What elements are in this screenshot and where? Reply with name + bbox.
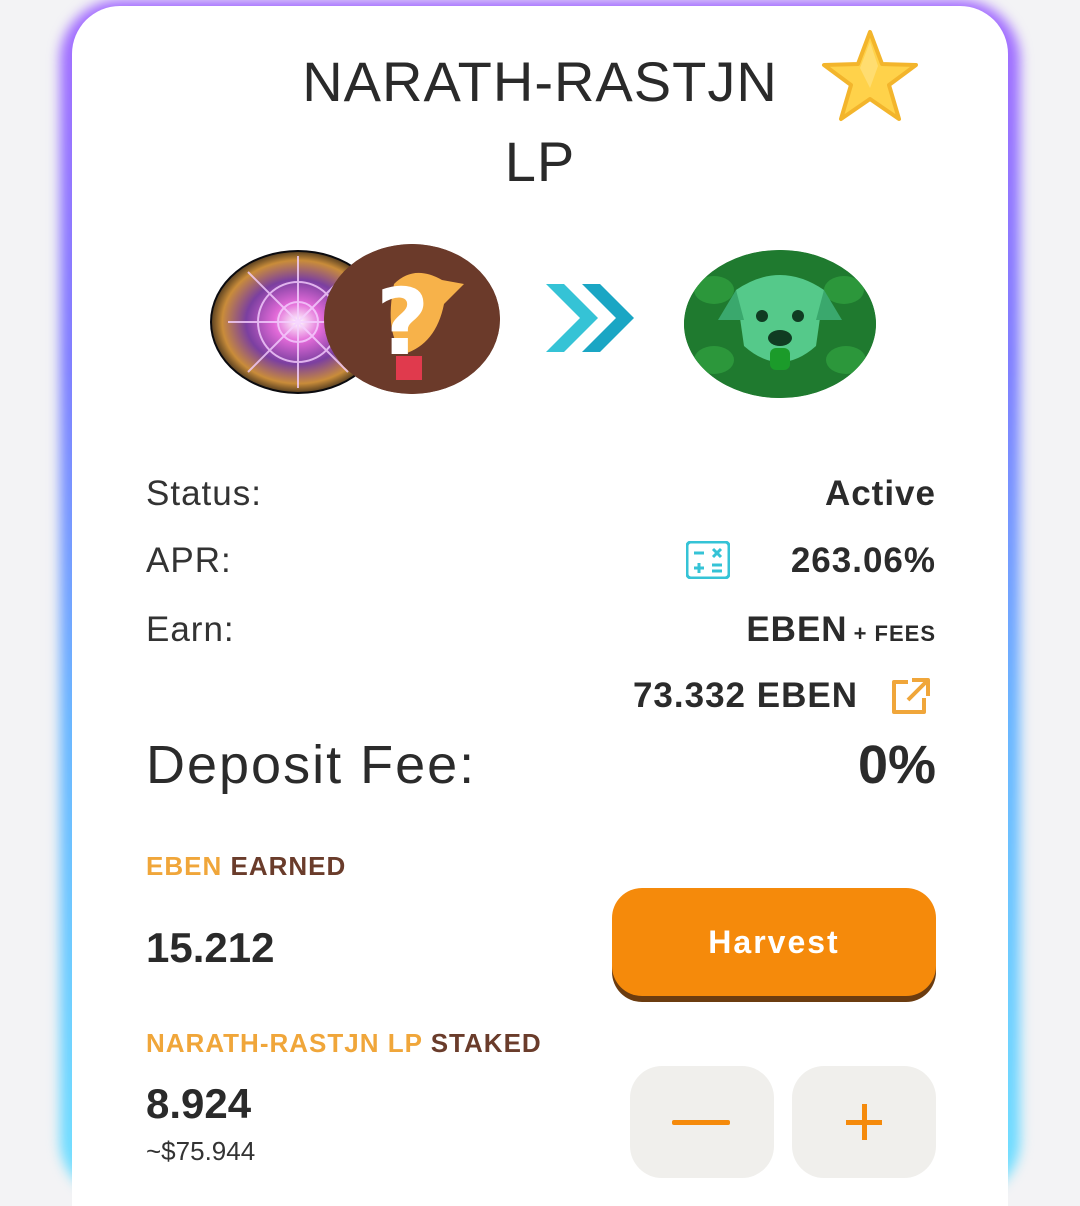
- staked-usd: ~$75.944: [146, 1136, 256, 1166]
- farm-card: NARATH-RASTJN LP ? Status: Active APR: 2…: [72, 6, 1008, 1206]
- unstake-button[interactable]: [630, 1066, 774, 1178]
- stake-button[interactable]: [792, 1066, 936, 1178]
- harvest-button[interactable]: Harvest: [612, 888, 936, 996]
- staked-label: STAKED: [430, 1028, 542, 1058]
- earn-amount: 73.332 EBEN: [632, 676, 858, 715]
- star-icon[interactable]: [820, 28, 920, 124]
- earn-row: Earn: EBEN + FEES: [146, 610, 936, 660]
- earned-heading: EBEN EARNED: [146, 851, 346, 882]
- earned-amount: 15.212: [146, 924, 275, 971]
- status-row: Status: Active: [146, 474, 936, 524]
- token-icon-rastjn: ?: [324, 244, 500, 394]
- token-icon-eben: [684, 250, 876, 398]
- minus-icon: [672, 1120, 730, 1125]
- earn-token-name: EBEN: [746, 610, 848, 649]
- earned-label: EARNED: [230, 851, 347, 881]
- earned-token: EBEN: [146, 851, 223, 881]
- double-chevron-right-icon: [546, 284, 634, 352]
- deposit-fee-value: 0%: [857, 735, 936, 795]
- earn-amount-row: 73.332 EBEN: [146, 676, 936, 726]
- token-pair: ?: [72, 238, 1008, 408]
- pool-title-line2: LP: [504, 130, 576, 193]
- staked-amount: 8.924: [146, 1080, 252, 1127]
- staked-heading: NARATH-RASTJN LP STAKED: [146, 1028, 542, 1059]
- earn-label: Earn:: [146, 610, 235, 649]
- deposit-fee-label: Deposit Fee:: [146, 735, 477, 795]
- status-label: Status:: [146, 474, 262, 513]
- apr-value: 263.06%: [790, 541, 936, 580]
- status-value: Active: [824, 474, 936, 513]
- external-link-icon[interactable]: [888, 676, 932, 716]
- deposit-fee-row: Deposit Fee: 0%: [146, 734, 936, 804]
- calculator-icon[interactable]: [686, 541, 730, 579]
- pool-title-line1: NARATH-RASTJN: [302, 50, 778, 113]
- apr-label: APR:: [146, 541, 232, 580]
- earn-fees: + FEES: [853, 621, 936, 646]
- earn-token: EBEN + FEES: [746, 610, 936, 650]
- staked-token: NARATH-RASTJN LP: [146, 1028, 423, 1058]
- apr-row: APR: 263.06%: [146, 541, 936, 591]
